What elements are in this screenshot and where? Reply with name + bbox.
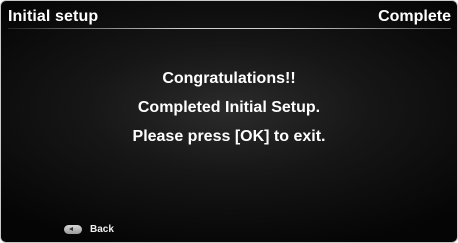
back-label: Back <box>90 223 114 235</box>
message-line-instruction: Please press [OK] to exit. <box>132 128 326 145</box>
header-divider <box>8 28 451 29</box>
back-key-icon <box>64 224 82 234</box>
back-button[interactable]: Back <box>64 222 114 236</box>
header-bar: Initial setup Complete <box>1 1 457 33</box>
setup-status-label: Complete <box>378 8 451 25</box>
message-line-congratulations: Congratulations!! <box>162 70 296 87</box>
message-line-completed: Completed Initial Setup. <box>137 99 321 116</box>
completion-message: Congratulations!! Completed Initial Setu… <box>1 71 457 158</box>
initial-setup-screen: Initial setup Complete Congratulations!!… <box>0 0 458 243</box>
page-title: Initial setup <box>8 8 99 25</box>
